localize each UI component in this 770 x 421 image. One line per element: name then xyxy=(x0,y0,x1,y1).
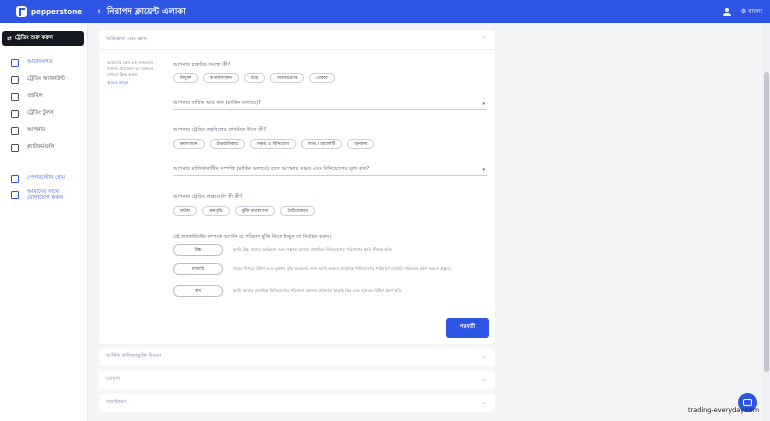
option-employed[interactable]: নিযুক্ত xyxy=(173,73,198,83)
scrollbar-thumb[interactable] xyxy=(764,72,769,372)
wallet-icon xyxy=(11,92,19,101)
sidebar-item-label: আমাদের সাথে যোগাযোগ করুন xyxy=(27,189,63,201)
user-icon[interactable] xyxy=(722,7,731,16)
option-speculation[interactable]: ফটকা xyxy=(173,206,198,216)
help-box: আমাদের কেন এই তথ্যগুলি জানার প্রয়োজন তা… xyxy=(107,60,162,86)
risk-medium-button[interactable]: মাঝারি xyxy=(173,263,223,275)
sidebar-item-funds[interactable]: তহবিল xyxy=(0,88,88,105)
accordion-title: আর্থিক তালিকাভুক্তি বিবরণ xyxy=(106,353,162,359)
goals-question: আপনার ট্রেডিং লক্ষ্যগুলি কী কী? xyxy=(173,194,243,200)
next-button[interactable]: পরবর্তী xyxy=(446,318,489,338)
watermark: trading-everyday.com xyxy=(688,406,760,414)
chevron-down-icon: ⌄ xyxy=(480,399,486,406)
chevron-left-icon[interactable]: ‹ xyxy=(94,6,104,17)
risk-option-medium: মাঝারি গড়ের উপরে রিটার্ন এবং মূলধন বৃদ্… xyxy=(173,263,483,275)
chevron-up-icon[interactable]: ⌃ xyxy=(481,36,486,43)
document-icon xyxy=(11,58,19,67)
risk-option-high: উচ্চ আমি উচ্চ মাত্রার অস্থিরতা এবং সম্ভা… xyxy=(173,244,483,256)
language-label: বাংলা xyxy=(748,8,762,15)
section-title: অভিজ্ঞতা এবং জ্ঞান xyxy=(106,35,147,42)
sidebar-item-label: আবেদনপত্র xyxy=(27,58,53,65)
sidebar-item-trading-tools[interactable]: ট্রেডিং টুলস xyxy=(0,105,88,122)
chat-bubble-icon xyxy=(743,399,752,406)
accordion-verification[interactable]: যাচাইকরণ ⌄ xyxy=(99,394,495,412)
income-select[interactable]: আপনার বার্ষিক আয় কত (মার্কিন ডলারে)? ▾ xyxy=(173,99,487,110)
sidebar-item-yours[interactable]: আপনার xyxy=(0,122,88,139)
accordion-title: যাচাইকরণ xyxy=(106,399,127,405)
brand-logo[interactable]: pepperstone xyxy=(0,0,86,23)
sidebar-nav: আবেদনপত্র ট্রেডিং অ্যাকাউন্ট তহবিল ট্রেড… xyxy=(0,54,88,156)
experience-form-card: অভিজ্ঞতা এবং জ্ঞান ⌃ আমাদের কেন এই তথ্যগ… xyxy=(99,30,495,344)
exchange-icon: ⇄ xyxy=(7,35,12,42)
start-trading-button[interactable]: ⇄ ট্রেডিং শুরু করুন xyxy=(2,31,84,46)
brand-name: pepperstone xyxy=(31,7,83,16)
accordion-declaration[interactable]: ঘোষণা ⌄ xyxy=(99,371,495,389)
chevron-down-icon: ⌄ xyxy=(480,376,486,383)
employment-options: নিযুক্ত স্ব-কর্মসংস্থান ছাত্র অবসরপ্রাপ্… xyxy=(173,73,335,83)
sidebar-item-applications[interactable]: আবেদনপত্র xyxy=(0,54,88,71)
sidebar-item-label: প্ল্যাটফর্মগুলি xyxy=(27,143,55,150)
sidebar-item-label: আপনার xyxy=(27,126,46,133)
risk-low-description: আমি আমার প্রাথমিক বিনিয়োগের পরিমাণে কোন… xyxy=(233,288,403,293)
top-bar: pepperstone ‹ নিরাপদ ক্লায়েন্ট এলাকা ⚙ … xyxy=(0,0,770,23)
start-trading-label: ট্রেডিং শুরু করুন xyxy=(14,34,53,41)
help-link[interactable]: আরও জানুন xyxy=(107,80,162,86)
sidebar-item-label: ট্রেডিং অ্যাকাউন্ট xyxy=(27,75,65,82)
accordion-financial-details[interactable]: আর্থিক তালিকাভুক্তি বিবরণ ⌄ xyxy=(99,348,495,366)
option-retired[interactable]: অবসরপ্রাপ্ত xyxy=(270,73,305,83)
option-student[interactable]: ছাত্র xyxy=(243,73,266,83)
funds-source-question: আপনার ট্রেডিং তহবিলের প্রাথমিক উৎস কী? xyxy=(173,127,267,133)
section-header[interactable]: অভিজ্ঞতা এবং জ্ঞান ⌃ xyxy=(99,30,495,50)
sidebar-item-trading-accounts[interactable]: ট্রেডিং অ্যাকাউন্ট xyxy=(0,71,88,88)
phone-icon xyxy=(11,191,19,199)
option-unemployed[interactable]: বেকার xyxy=(309,73,335,83)
risk-high-button[interactable]: উচ্চ xyxy=(173,244,223,256)
language-selector[interactable]: ⚙ বাংলা xyxy=(741,6,762,17)
home-icon xyxy=(11,175,19,183)
pepperstone-logo-icon xyxy=(16,6,27,17)
option-other[interactable]: অন্যান্য xyxy=(347,139,375,149)
sidebar-item-label: পেপারস্টোন হোম xyxy=(27,175,65,181)
caret-down-icon: ▾ xyxy=(482,167,485,173)
lock-icon xyxy=(11,126,19,135)
risk-option-low: কম আমি আমার প্রাথমিক বিনিয়োগের পরিমাণে … xyxy=(173,285,483,297)
income-question: আপনার বার্ষিক আয় কত (মার্কিন ডলারে)? xyxy=(173,100,261,106)
accordion-title: ঘোষণা xyxy=(106,376,120,382)
layers-icon xyxy=(11,75,19,84)
sidebar-item-label: তহবিল xyxy=(27,92,43,99)
chevron-down-icon: ⌄ xyxy=(480,353,486,360)
option-growth[interactable]: ক্রমবৃদ্ধি xyxy=(202,206,230,216)
page-title: নিরাপদ ক্লায়েন্ট এলাকা xyxy=(107,6,186,17)
sidebar-item-platforms[interactable]: প্ল্যাটফর্মগুলি xyxy=(0,139,88,156)
option-profits[interactable]: লাভ / রয়্যালটি xyxy=(301,139,343,149)
chart-icon xyxy=(11,143,19,152)
employment-question: আপনার চাকরির অবস্থা কী? xyxy=(173,62,231,68)
funds-source-options: কর্মসংস্থান উত্তরাধিকার সঞ্চয় ও বিনিয়ো… xyxy=(173,139,375,149)
net-worth-select[interactable]: আপনার মালিকানাধীন সম্পত্তি (মার্কিন ডলার… xyxy=(173,165,487,176)
option-inheritance[interactable]: উত্তরাধিকার xyxy=(209,139,245,149)
tools-icon xyxy=(11,109,19,118)
risk-question: এই অ্যাকাউন্টের সম্পর্কে আপনি যে পরিমাণ … xyxy=(173,234,331,240)
sidebar-secondary-nav: পেপারস্টোন হোম আমাদের সাথে যোগাযোগ করুন xyxy=(0,171,88,203)
sidebar-item-contact[interactable]: আমাদের সাথে যোগাযোগ করুন xyxy=(0,187,88,203)
sidebar: ⇄ ট্রেডিং শুরু করুন আবেদনপত্র ট্রেডিং অ্… xyxy=(0,23,88,421)
net-worth-question: আপনার মালিকানাধীন সম্পত্তি (মার্কিন ডলার… xyxy=(173,166,370,172)
option-risk-management[interactable]: ঝুঁকি ব্যবস্থাপনা xyxy=(234,206,276,216)
option-employment[interactable]: কর্মসংস্থান xyxy=(173,139,205,149)
help-text: আমাদের কেন এই তথ্যগুলি জানার প্রয়োজন তা… xyxy=(107,60,154,77)
risk-medium-description: গড়ের উপরে রিটার্ন এবং মূলধন বৃদ্ধি অর্জ… xyxy=(233,266,451,271)
gear-icon: ⚙ xyxy=(740,8,747,15)
risk-low-button[interactable]: কম xyxy=(173,285,223,297)
sidebar-item-label: ট্রেডিং টুলস xyxy=(27,109,54,116)
caret-down-icon: ▾ xyxy=(482,101,485,107)
option-savings[interactable]: সঞ্চয় ও বিনিয়োগ xyxy=(249,139,296,149)
risk-high-description: আমি উচ্চ মাত্রার অস্থিরতা এবং সম্ভাব্য আ… xyxy=(233,247,393,252)
option-diversification[interactable]: বৈচিত্র্যকরণ xyxy=(280,206,316,216)
goals-options: ফটকা ক্রমবৃদ্ধি ঝুঁকি ব্যবস্থাপনা বৈচিত্… xyxy=(173,206,316,216)
option-self-employed[interactable]: স্ব-কর্মসংস্থান xyxy=(202,73,239,83)
sidebar-item-home[interactable]: পেপারস্টোন হোম xyxy=(0,171,88,187)
